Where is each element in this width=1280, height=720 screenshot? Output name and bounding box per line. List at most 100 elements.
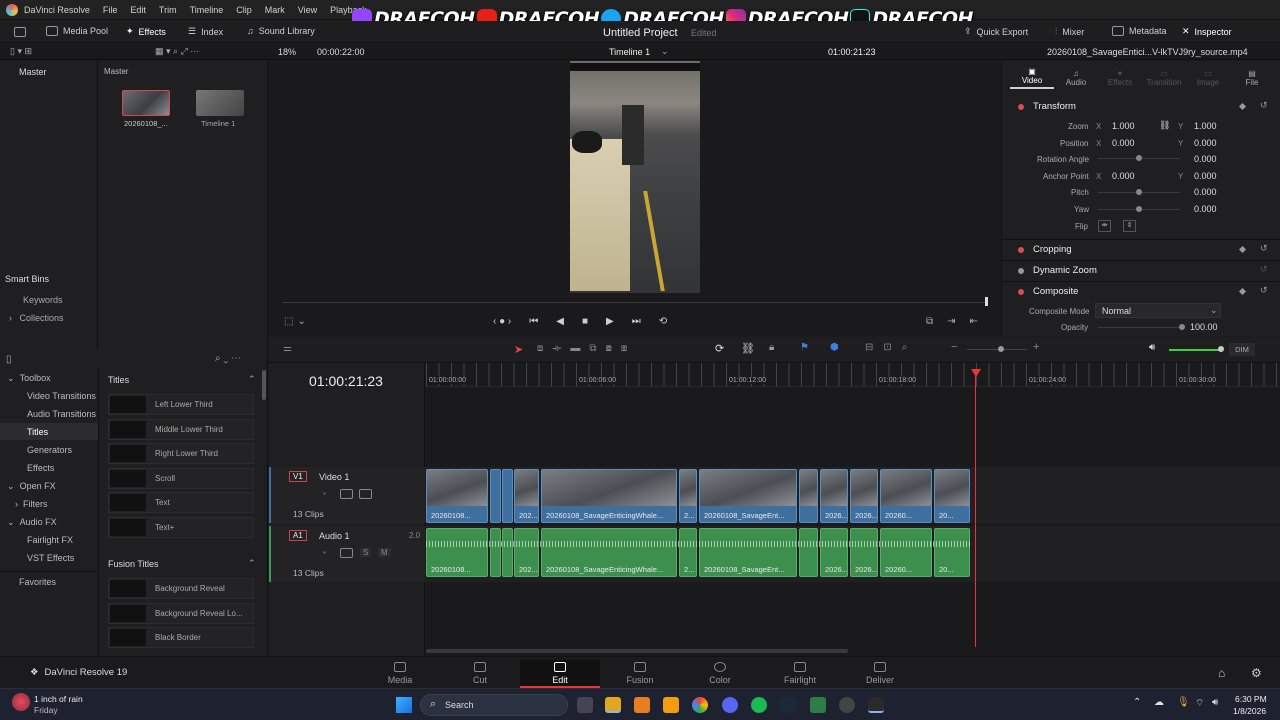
video-clip[interactable]: 2026... <box>820 469 848 523</box>
panel-toggle-icon[interactable]: ▯ <box>6 354 12 365</box>
page-deliver[interactable]: Deliver <box>840 660 920 688</box>
slider-handle[interactable] <box>1179 324 1185 330</box>
cloud-icon[interactable]: ☁ <box>1154 697 1164 708</box>
menu-timeline[interactable]: Timeline <box>190 5 224 15</box>
zoom-tools-icon[interactable]: ⊟⊡⌕ <box>865 342 917 353</box>
menu-davinci-resolve[interactable]: DaVinci Resolve <box>24 5 90 15</box>
timeline-scrollbar[interactable] <box>426 649 848 653</box>
clock-date[interactable]: 1/8/2026 <box>1233 706 1266 716</box>
keyframe-icon[interactable] <box>1238 287 1247 296</box>
davinci-resolve-icon[interactable] <box>868 697 884 713</box>
toolbox-item-titles[interactable]: Titles <box>27 427 48 437</box>
section-dynamic-zoom[interactable]: Dynamic Zoom <box>1018 265 1097 276</box>
mixer-button[interactable]: ⫶ Mixer <box>1055 26 1084 37</box>
clock-time[interactable]: 6:30 PM <box>1235 694 1267 704</box>
menu-file[interactable]: File <box>103 5 118 15</box>
zoom-out-icon[interactable]: − <box>951 341 957 353</box>
track-header-a1[interactable]: A1 Audio 1 2.0 ▪ S M 13 Clips <box>269 526 425 582</box>
video-clip[interactable]: 20260108... <box>426 469 488 523</box>
page-edit[interactable]: Edit <box>520 660 600 688</box>
marker-icon[interactable]: ⬢ <box>830 342 839 353</box>
media-item-timeline[interactable]: Timeline 1 <box>196 90 244 128</box>
menu-mark[interactable]: Mark <box>265 5 285 15</box>
inspector-button[interactable]: ✕ Inspector <box>1182 26 1232 37</box>
match-frame-icon[interactable]: ⧉ <box>926 316 933 327</box>
pitch-value[interactable]: 0.000 <box>1194 187 1217 197</box>
title-left-lower-third[interactable]: Left Lower Third <box>108 394 254 415</box>
title-middle-lower-third[interactable]: Middle Lower Third <box>108 419 254 440</box>
reset-icon[interactable]: ↺ <box>1260 100 1268 111</box>
section-composite[interactable]: Composite <box>1018 286 1078 297</box>
anchor-y-value[interactable]: 0.000 <box>1194 171 1217 181</box>
sound-library-button[interactable]: ♫ Sound Library <box>247 26 315 36</box>
enable-dot-icon[interactable] <box>1018 267 1024 274</box>
tab-video[interactable]: ▣ Video <box>1010 67 1054 89</box>
video-clip[interactable]: 2026... <box>850 469 878 523</box>
video-clip[interactable]: 20... <box>934 469 970 523</box>
audio-clip[interactable]: 2... <box>679 528 697 577</box>
toolbox-open-fx[interactable]: ⌄ Open FX <box>7 481 56 492</box>
page-fairlight[interactable]: Fairlight <box>760 660 840 688</box>
title-right-lower-third[interactable]: Right Lower Third <box>108 443 254 464</box>
media-item[interactable]: 20260108_... <box>122 90 170 128</box>
solo-button[interactable]: S <box>360 548 372 557</box>
link-icon[interactable]: ⛓ <box>741 342 755 355</box>
keyframe-icon[interactable] <box>1238 245 1247 254</box>
prev-edit-icon[interactable]: ⇤ <box>970 316 978 327</box>
menu-trim[interactable]: Trim <box>159 5 177 15</box>
timeline-tracks[interactable]: 01:00:00:00 01:00:06:00 01:00:12:00 01:0… <box>426 363 1280 656</box>
opacity-value[interactable]: 100.00 <box>1190 322 1218 332</box>
video-clip[interactable]: 2... <box>679 469 697 523</box>
flag-icon[interactable]: ⚑ <box>800 342 809 353</box>
transform-overlay-button[interactable]: ⬚ ⌄ <box>284 316 306 327</box>
steam-icon[interactable] <box>780 697 796 713</box>
task-view-icon[interactable] <box>577 697 593 713</box>
audio-clip[interactable]: 20260108... <box>426 528 488 577</box>
toolbox-item-vst-effects[interactable]: VST Effects <box>27 553 74 563</box>
taskbar-search[interactable]: ⌕ Search <box>420 694 568 716</box>
audio-clip[interactable]: 20... <box>934 528 970 577</box>
toolbox-item-generators[interactable]: Generators <box>27 445 72 455</box>
loop-icon[interactable]: ⟲ <box>659 316 667 327</box>
anchor-x-value[interactable]: 0.000 <box>1112 171 1135 181</box>
sidebar-toggle-icon[interactable]: ▯ ▾ ⊞ <box>10 46 32 57</box>
link-icon[interactable]: ⛓ <box>1159 120 1170 131</box>
slider-handle[interactable] <box>1136 155 1142 161</box>
home-icon[interactable]: ⌂ <box>1218 666 1225 680</box>
lock-icon[interactable]: ▪ <box>323 548 326 557</box>
zoom-in-icon[interactable]: + <box>1033 341 1039 353</box>
tab-transition[interactable]: ▭ Transition <box>1142 69 1186 87</box>
video-clip[interactable] <box>502 469 513 523</box>
video-clip[interactable]: 202... <box>514 469 539 523</box>
audio-clip[interactable]: 20260... <box>880 528 932 577</box>
zoom-x-value[interactable]: 1.000 <box>1112 121 1135 131</box>
view-options-icon[interactable]: ▦ ▾ ⌕ ⤢ ⋯ <box>155 46 199 57</box>
viewer-zoom[interactable]: 18% <box>278 47 296 57</box>
section-transform[interactable]: Transform <box>1018 101 1076 112</box>
app-icon[interactable] <box>839 697 855 713</box>
microphone-icon[interactable]: 🎙︎ <box>1177 697 1190 708</box>
network-icon[interactable]: ⌔ <box>1195 697 1204 710</box>
track-header-v1[interactable]: V1 Video 1 ▪ 13 Clips <box>269 467 425 523</box>
stop-icon[interactable]: ■ <box>582 316 588 327</box>
media-pool-button[interactable]: Media Pool <box>46 26 108 36</box>
keyframe-icon[interactable] <box>1238 102 1247 111</box>
zoom-y-value[interactable]: 1.000 <box>1194 121 1217 131</box>
scrollbar[interactable] <box>262 370 266 400</box>
play-icon[interactable]: ▶ <box>606 316 614 327</box>
audio-clip[interactable] <box>490 528 501 577</box>
auto-select-icon[interactable] <box>340 548 353 558</box>
auto-select-icon[interactable] <box>340 489 353 499</box>
yaw-value[interactable]: 0.000 <box>1194 204 1217 214</box>
toolbox-item-effects[interactable]: Effects <box>27 463 54 473</box>
step-back-icon[interactable]: ◀ <box>556 316 564 327</box>
quick-export-button[interactable]: ⇪ Quick Export <box>964 26 1028 37</box>
dim-button[interactable]: DIM <box>1229 343 1255 356</box>
menu-view[interactable]: View <box>298 5 317 15</box>
weather-text[interactable]: 1 inch of rain <box>34 694 83 704</box>
timeline-ruler[interactable] <box>426 363 1280 387</box>
chevron-down-icon[interactable]: ⌄ <box>661 46 669 57</box>
timeline-selector[interactable]: Timeline 1 <box>609 47 650 57</box>
flip-vertical-icon[interactable]: ⇕ <box>1123 220 1136 232</box>
composite-mode-select[interactable]: Normal ⌄ <box>1095 303 1221 318</box>
